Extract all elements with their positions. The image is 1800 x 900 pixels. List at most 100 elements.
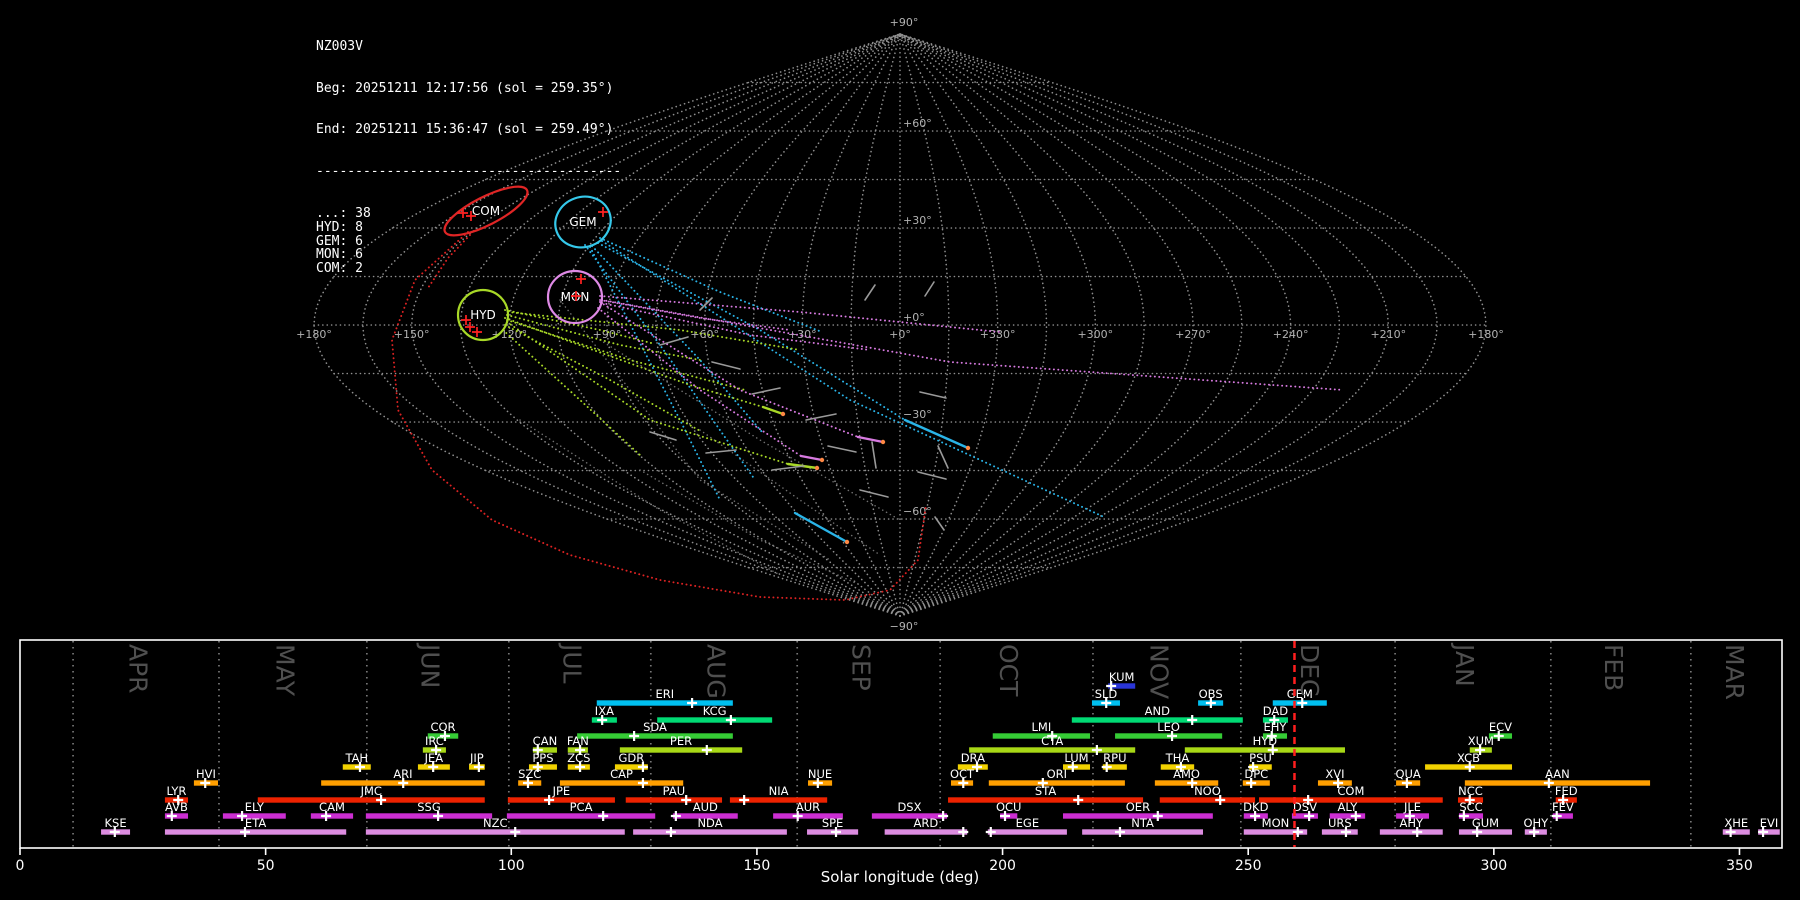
shower-peak-OER: [1152, 811, 1163, 821]
shower-label-AND: AND: [1145, 704, 1170, 718]
shower-label-LEO: LEO: [1157, 720, 1180, 734]
shower-label-DPC: DPC: [1244, 767, 1268, 781]
shower-label-ERI: ERI: [655, 687, 674, 701]
shower-label-DRA: DRA: [961, 751, 985, 765]
shower-label-LUM: LUM: [1064, 751, 1088, 765]
month-label-JAN: JAN: [1450, 644, 1480, 687]
shower-label-NDA: NDA: [697, 816, 722, 830]
shower-label-DAD: DAD: [1263, 704, 1289, 718]
shower-peak-CAP: [637, 778, 648, 788]
activity-timeline: KUMERI SLD OBS GEMIXA KCG AND DADCOR SDA LMI LEO E…: [16, 639, 1783, 874]
shower-label-PPS: PPS: [532, 751, 553, 765]
month-label-MAR: MAR: [1719, 644, 1749, 701]
shower-label-NZC: NZC: [483, 816, 508, 830]
shower-bar-SDA: [577, 733, 733, 739]
month-label-MAY: MAY: [270, 644, 300, 697]
shower-bar-NOO: [1159, 797, 1256, 803]
shower-label-GUM: GUM: [1472, 816, 1499, 830]
shower-label-NTA: NTA: [1131, 816, 1154, 830]
shower-peak-PCA: [598, 811, 609, 821]
shower-label-NIA: NIA: [769, 784, 789, 798]
shower-label-KCG: KCG: [703, 704, 727, 718]
shower-label-AUR: AUR: [796, 800, 820, 814]
shower-label-JMC: JMC: [360, 784, 382, 798]
shower-peak-NIA: [739, 795, 750, 805]
shower-label-ELY: ELY: [245, 800, 265, 814]
shower-bar-PCA: [506, 813, 656, 819]
month-label-FEB: FEB: [1598, 644, 1628, 692]
shower-label-AUD: AUD: [693, 800, 718, 814]
shower-bar-ORI: [988, 780, 1125, 786]
shower-peak-STA: [1073, 795, 1084, 805]
month-label-DEC: DEC: [1295, 644, 1325, 697]
shower-label-JLE: JLE: [1403, 800, 1421, 814]
shower-label-FED: FED: [1555, 784, 1578, 798]
month-label-SEP: SEP: [846, 644, 876, 691]
shower-bar-ARD: [884, 829, 968, 835]
shower-peak-NTA: [1114, 827, 1125, 837]
shower-peak-PER: [701, 745, 712, 755]
shower-bar-URS: [1321, 829, 1358, 835]
month-label-APR: APR: [123, 644, 153, 694]
shower-label-COM: COM: [1337, 784, 1364, 798]
shower-bar-AHY: [1379, 829, 1443, 835]
shower-label-IRC: IRC: [425, 734, 444, 748]
shower-bar-EGE: [987, 829, 1067, 835]
shower-label-PCA: PCA: [570, 800, 593, 814]
shower-bar-JMC: [257, 797, 485, 803]
month-label-AUG: AUG: [701, 644, 731, 699]
shower-label-AMO: AMO: [1173, 767, 1200, 781]
shower-bar-STA: [948, 797, 1144, 803]
shower-peak-ERI: [687, 698, 698, 708]
shower-bar-CAM: [310, 813, 354, 819]
shower-peak-ARD: [958, 827, 969, 837]
shower-label-ORI: ORI: [1047, 767, 1067, 781]
shower-label-LYR: LYR: [167, 784, 187, 798]
shower-label-DSV: DSV: [1293, 800, 1317, 814]
shower-label-CAP: CAP: [610, 767, 633, 781]
shower-bar-JPE: [507, 797, 615, 803]
shower-peak-CTA: [1091, 745, 1102, 755]
x-axis-title: Solar longitude (deg): [820, 868, 980, 886]
shower-bar-ETA: [164, 829, 347, 835]
shower-label-SZC: SZC: [518, 767, 541, 781]
row-magenta: AVB ELY CAM SSG PCA AUD AUR DSX OCU OER DKD DSV ALY J…: [164, 800, 1574, 821]
shower-label-NUE: NUE: [808, 767, 832, 781]
month-label-JUL: JUL: [557, 644, 587, 684]
month-label-JUN: JUN: [415, 644, 445, 689]
shower-label-OCU: OCU: [996, 800, 1022, 814]
shower-label-FAN: FAN: [567, 734, 589, 748]
shower-bar-SSG: [365, 813, 493, 819]
shower-label-URS: URS: [1328, 816, 1352, 830]
shower-label-SDA: SDA: [643, 720, 667, 734]
shower-bar-GUM: [1458, 829, 1513, 835]
shower-label-FEV: FEV: [1552, 800, 1574, 814]
shower-label-PAU: PAU: [663, 784, 685, 798]
shower-label-XCB: XCB: [1457, 751, 1480, 765]
shower-label-OER: OER: [1126, 800, 1150, 814]
shower-label-STA: STA: [1035, 784, 1056, 798]
shower-label-CAN: CAN: [533, 734, 558, 748]
row-orange: HVI ARI SZC CAP NUE OCT ORI AMO DPC XVI QUA AAN: [193, 767, 1651, 788]
shower-label-NOO: NOO: [1194, 784, 1221, 798]
shower-peak-NDA: [665, 827, 676, 837]
shower-label-AVB: AVB: [165, 800, 188, 814]
shower-peak-AUD: [670, 811, 681, 821]
shower-label-XHE: XHE: [1724, 816, 1748, 830]
shower-label-MON: MON: [1262, 816, 1290, 830]
shower-label-JPE: JPE: [552, 784, 571, 798]
shower-label-DSX: DSX: [897, 800, 921, 814]
shower-label-ZCS: ZCS: [567, 751, 590, 765]
shower-label-JIP: JIP: [469, 751, 484, 765]
month-label-OCT: OCT: [993, 644, 1023, 697]
shower-bar-NDA: [633, 829, 787, 835]
shower-label-XVI: XVI: [1325, 767, 1344, 781]
shower-label-SPE: SPE: [822, 816, 844, 830]
shower-peak-SDA: [629, 731, 640, 741]
month-label-NOV: NOV: [1144, 644, 1174, 700]
row-plum: KSE ETA NZC NDA SPE ARD EGE NTA MON URS AHY GUM OHY X…: [101, 816, 1780, 837]
row-green: COR SDA LMI LEO EHY ECV: [427, 720, 1512, 741]
shower-label-KUM: KUM: [1109, 670, 1135, 684]
shower-label-ECV: ECV: [1489, 720, 1512, 734]
shower-peak-AND: [1187, 715, 1198, 725]
